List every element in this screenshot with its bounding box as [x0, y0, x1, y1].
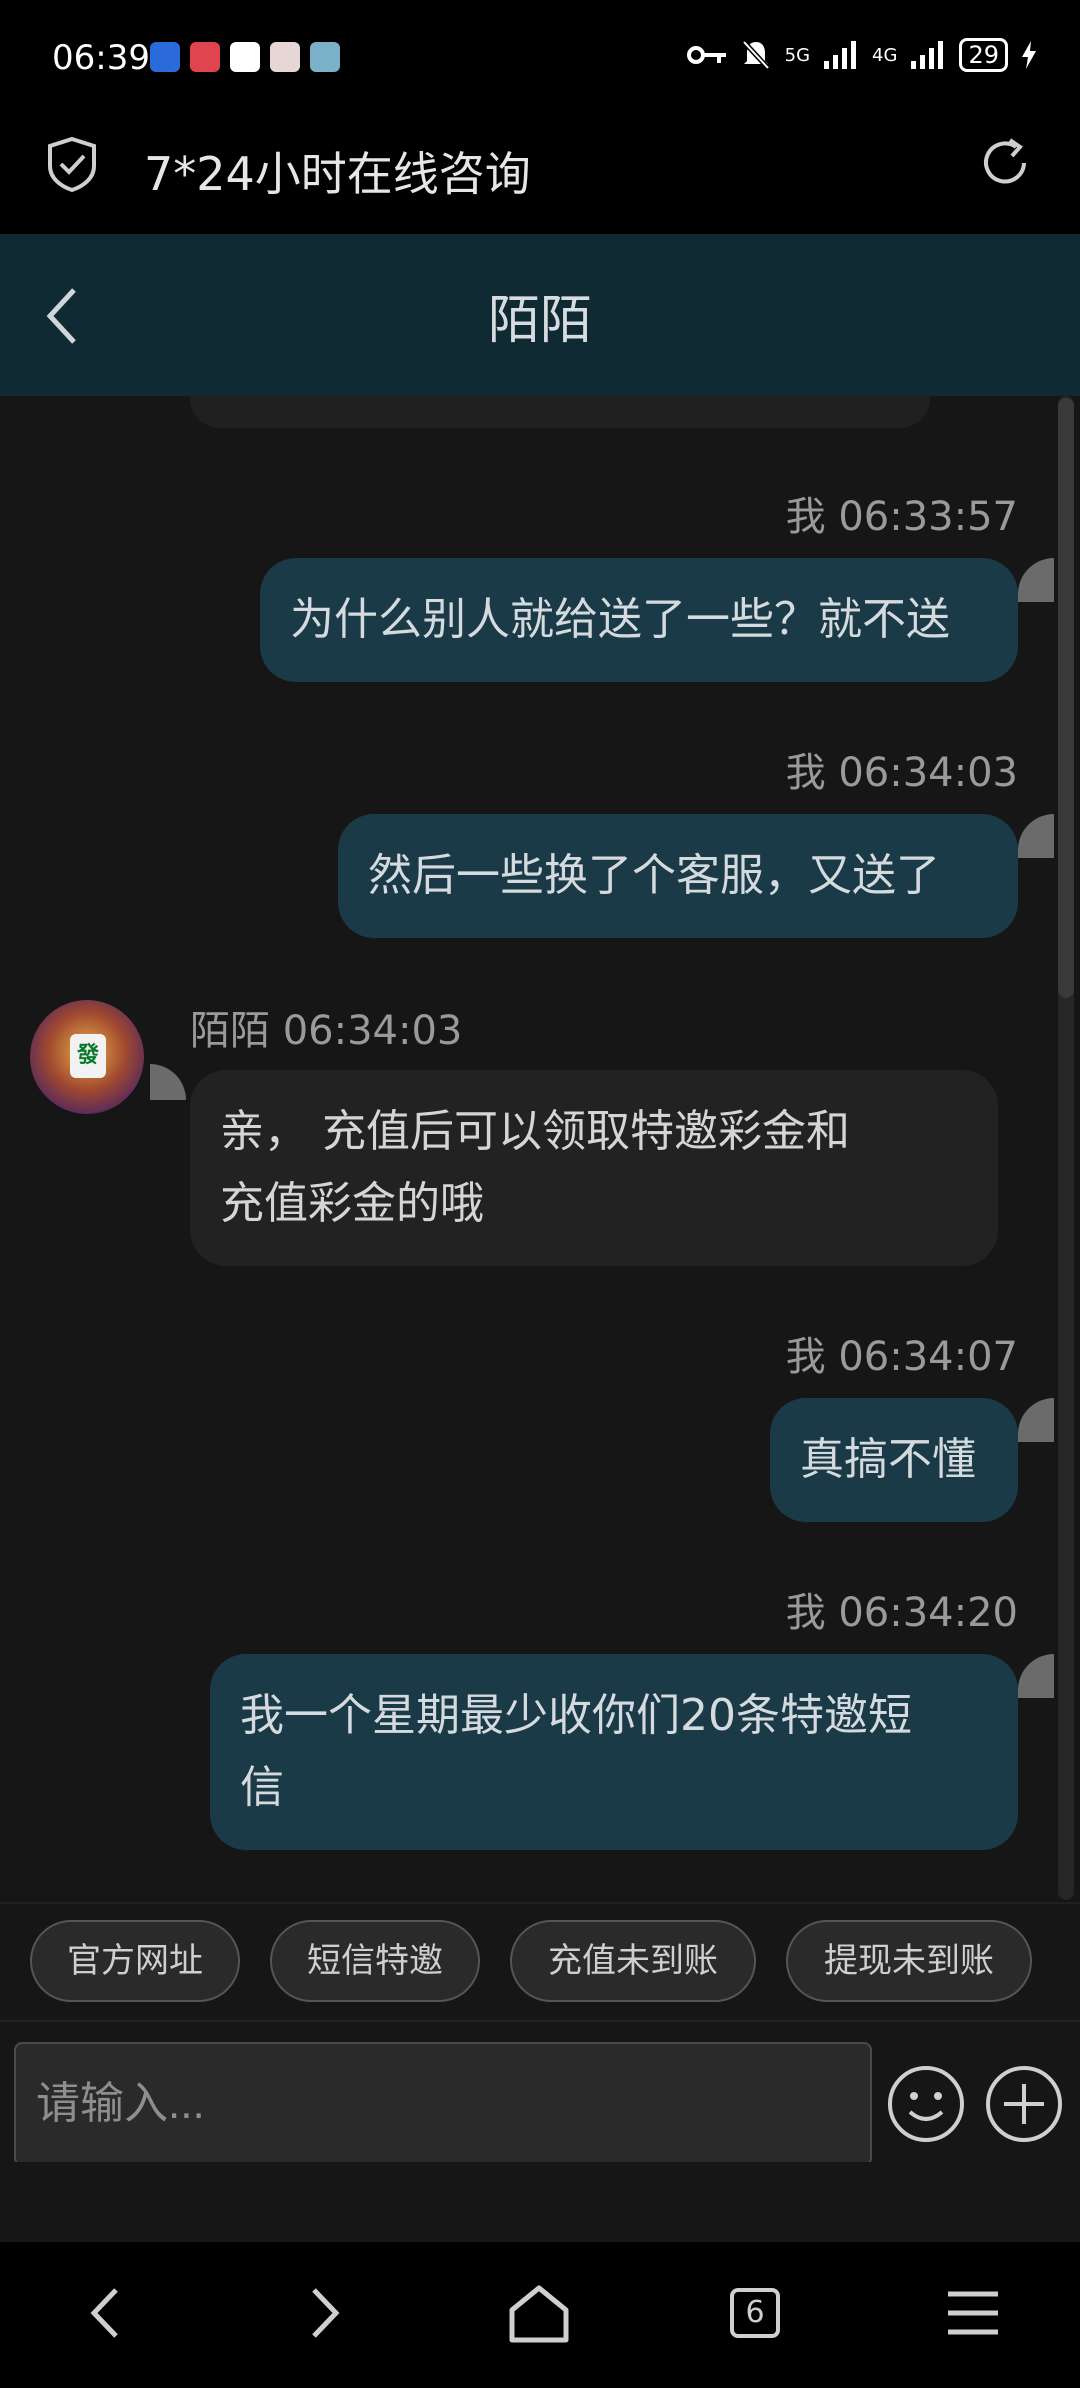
my-message-bubble[interactable]: 然后一些换了个客服，又送了: [338, 814, 1018, 938]
key-icon: [686, 46, 726, 64]
quick-reply-withdraw-missing[interactable]: 提现未到账: [786, 1920, 1032, 2002]
my-message-bubble[interactable]: 我一个星期最少收你们20条特邀短 信: [210, 1654, 1018, 1850]
message-text-line: 我一个星期最少收你们20条特邀短: [240, 1690, 912, 1741]
status-indicators: 5G 4G 29: [686, 38, 1036, 72]
tabs-button[interactable]: 6: [720, 2278, 790, 2348]
network-4g-label: 4G: [872, 44, 898, 66]
bubble-tail: [1018, 558, 1054, 602]
message-text-line: 信: [240, 1762, 284, 1813]
browser-toolbar: 7*24小时在线咨询: [0, 118, 1080, 234]
message-input[interactable]: 请输入...: [14, 2042, 872, 2166]
app-notification-icon: [190, 42, 220, 72]
browser-nav-bar: 6: [0, 2242, 1080, 2388]
forward-nav-icon[interactable]: [288, 2278, 358, 2348]
previous-message-bubble: [190, 396, 930, 428]
message-text-line: 亲， 充值后可以领取特邀彩金和: [220, 1106, 850, 1157]
network-5g-label: 5G: [784, 44, 811, 66]
input-bar: 请输入...: [0, 2020, 1080, 2166]
avatar[interactable]: 發: [30, 1000, 144, 1114]
message-meta: 我 06:34:03: [785, 750, 1018, 796]
bubble-tail: [1018, 1398, 1054, 1442]
scrollbar-thumb[interactable]: [1058, 398, 1074, 998]
quick-reply-sms-invite[interactable]: 短信特邀: [270, 1920, 480, 2002]
bubble-tail: [150, 1064, 186, 1100]
bubble-tail: [1018, 1654, 1054, 1698]
chat-title: 陌陌: [487, 291, 592, 351]
menu-icon[interactable]: [938, 2278, 1008, 2348]
charging-icon: [1022, 41, 1036, 69]
bell-muted-icon: [741, 40, 770, 70]
my-message-bubble[interactable]: 真搞不懂: [770, 1398, 1018, 1522]
plus-icon[interactable]: [984, 2064, 1064, 2144]
battery-level: 29: [959, 38, 1008, 72]
message-meta: 我 06:34:07: [785, 1334, 1018, 1380]
back-nav-icon[interactable]: [72, 2278, 142, 2348]
bubble-tail: [1018, 814, 1054, 858]
signal-icon: [824, 41, 857, 69]
chat-header: 陌陌: [0, 234, 1080, 396]
other-message-bubble[interactable]: 亲， 充值后可以领取特邀彩金和 充值彩金的哦: [190, 1070, 998, 1266]
home-icon[interactable]: [504, 2278, 574, 2348]
mail-icon: [230, 42, 260, 72]
browser-page-title: 7*24小时在线咨询: [144, 147, 531, 201]
chat-message-list[interactable]: 我 06:33:57 为什么别人就给送了一些？就不送 我 06:34:03 然后…: [0, 396, 1080, 1902]
mahjong-tile-icon: 發: [70, 1034, 106, 1078]
message-meta: 陌陌 06:34:03: [190, 1008, 463, 1054]
input-spacer: [0, 2162, 1080, 2242]
status-bar: 06:39 5G 4G 29: [0, 0, 1080, 118]
tab-count: 6: [730, 2288, 780, 2338]
quick-reply-deposit-missing[interactable]: 充值未到账: [510, 1920, 756, 2002]
quick-reply-bar: 官方网址 短信特邀 充值未到账 提现未到账: [0, 1902, 1080, 2020]
app-notification-icon: [310, 42, 340, 72]
signal-icon: [911, 41, 944, 69]
shield-check-icon[interactable]: [46, 136, 98, 192]
emoji-icon[interactable]: [886, 2064, 966, 2144]
message-icon: [270, 42, 300, 72]
message-meta: 我 06:34:20: [785, 1590, 1018, 1636]
status-time: 06:39: [52, 38, 150, 78]
refresh-icon[interactable]: [976, 134, 1034, 192]
message-text-line: 充值彩金的哦: [220, 1178, 484, 1229]
message-meta: 我 06:33:57: [785, 494, 1018, 540]
quick-reply-official-site[interactable]: 官方网址: [30, 1920, 240, 2002]
app-notification-icon: [150, 42, 180, 72]
my-message-bubble[interactable]: 为什么别人就给送了一些？就不送: [260, 558, 1018, 682]
notification-icons: [150, 42, 340, 72]
